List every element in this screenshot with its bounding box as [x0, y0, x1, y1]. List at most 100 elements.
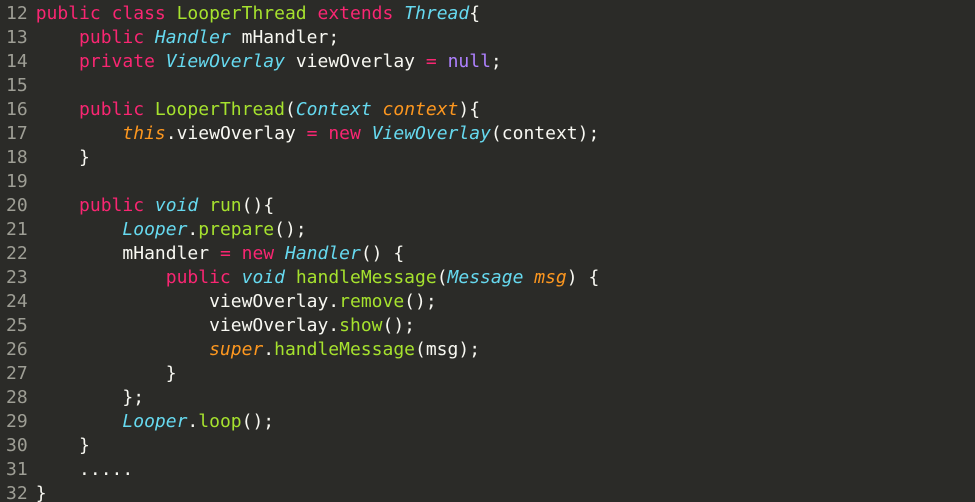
code-token: Context: [296, 99, 372, 120]
code-token: [155, 51, 166, 72]
code-token: =: [426, 51, 437, 72]
code-token: void: [242, 267, 285, 288]
code-line[interactable]: public void handleMessage(Message msg) {: [36, 266, 975, 290]
code-token: }: [36, 483, 47, 502]
indent: [36, 51, 79, 72]
indent: [36, 339, 209, 360]
code-token: (: [491, 123, 502, 144]
code-line[interactable]: .....: [36, 458, 975, 482]
indent: [36, 147, 79, 168]
code-editor[interactable]: 1213141516171819202122232425262728293031…: [0, 0, 975, 502]
indent: [36, 315, 209, 336]
code-token: msg: [534, 267, 567, 288]
code-line[interactable]: Looper.prepare();: [36, 218, 975, 242]
code-token: this: [122, 123, 165, 144]
code-token: .: [187, 411, 198, 432]
code-token: handleMessage: [296, 267, 437, 288]
code-line[interactable]: };: [36, 386, 975, 410]
line-number: 22: [6, 242, 28, 266]
code-line[interactable]: viewOverlay.remove();: [36, 290, 975, 314]
line-number: 30: [6, 434, 28, 458]
indent: [36, 123, 123, 144]
line-number: 23: [6, 266, 28, 290]
line-number: 19: [6, 170, 28, 194]
code-token: }: [166, 363, 177, 384]
code-token: (){: [242, 195, 275, 216]
line-number: 31: [6, 458, 28, 482]
code-token: new: [328, 123, 361, 144]
code-token: public: [36, 3, 101, 24]
line-number: 27: [6, 362, 28, 386]
code-token: msg: [426, 339, 459, 360]
code-token: class: [112, 3, 166, 24]
code-token: (: [285, 99, 296, 120]
code-token: mHandler: [242, 27, 329, 48]
indent: [36, 267, 166, 288]
line-number: 16: [6, 98, 28, 122]
code-line[interactable]: Looper.loop();: [36, 410, 975, 434]
code-line[interactable]: public Handler mHandler;: [36, 26, 975, 50]
code-token: ) {: [567, 267, 600, 288]
code-token: };: [122, 387, 144, 408]
indent: [36, 387, 123, 408]
code-token: show: [339, 315, 382, 336]
code-token: viewOverlay: [209, 291, 328, 312]
line-number: 18: [6, 146, 28, 170]
code-token: Handler: [285, 243, 361, 264]
code-line[interactable]: public void run(){: [36, 194, 975, 218]
code-line[interactable]: super.handleMessage(msg);: [36, 338, 975, 362]
code-line[interactable]: this.viewOverlay = new ViewOverlay(conte…: [36, 122, 975, 146]
code-line[interactable]: mHandler = new Handler() {: [36, 242, 975, 266]
line-number: 12: [6, 2, 28, 26]
code-token: [144, 99, 155, 120]
code-line[interactable]: public class LooperThread extends Thread…: [36, 2, 975, 26]
code-line[interactable]: private ViewOverlay viewOverlay = null;: [36, 50, 975, 74]
code-line[interactable]: [36, 74, 975, 98]
indent: [36, 411, 123, 432]
code-token: }: [79, 147, 90, 168]
code-token: [231, 243, 242, 264]
code-line[interactable]: viewOverlay.show();: [36, 314, 975, 338]
code-token: public: [79, 99, 144, 120]
code-token: ();: [383, 315, 416, 336]
code-line[interactable]: }: [36, 146, 975, 170]
code-area[interactable]: public class LooperThread extends Thread…: [36, 2, 975, 502]
indent: [36, 243, 123, 264]
line-number: 14: [6, 50, 28, 74]
code-token: );: [578, 123, 600, 144]
code-line[interactable]: public LooperThread(Context context){: [36, 98, 975, 122]
code-line[interactable]: }: [36, 434, 975, 458]
indent: [36, 435, 79, 456]
code-token: context: [502, 123, 578, 144]
indent: [36, 27, 79, 48]
code-line[interactable]: }: [36, 362, 975, 386]
line-number: 20: [6, 194, 28, 218]
code-token: Message: [448, 267, 524, 288]
code-token: viewOverlay: [177, 123, 296, 144]
code-token: public: [79, 27, 144, 48]
code-line[interactable]: }: [36, 482, 975, 502]
code-token: LooperThread: [155, 99, 285, 120]
code-token: [437, 51, 448, 72]
code-line[interactable]: [36, 170, 975, 194]
code-token: [318, 123, 329, 144]
code-token: (: [415, 339, 426, 360]
code-token: .: [187, 219, 198, 240]
code-token: public: [79, 195, 144, 216]
line-number: 17: [6, 122, 28, 146]
code-token: [144, 195, 155, 216]
code-token: Looper: [122, 411, 187, 432]
line-number: 29: [6, 410, 28, 434]
code-token: Thread: [404, 3, 469, 24]
code-token: Handler: [155, 27, 231, 48]
code-token: prepare: [198, 219, 274, 240]
code-token: .....: [79, 459, 133, 480]
line-number: 28: [6, 386, 28, 410]
code-token: Looper: [122, 219, 187, 240]
code-token: [285, 51, 296, 72]
code-token: {: [469, 3, 480, 24]
code-token: ();: [404, 291, 437, 312]
line-number: 32: [6, 482, 28, 502]
code-token: context: [383, 99, 459, 120]
code-token: [393, 3, 404, 24]
